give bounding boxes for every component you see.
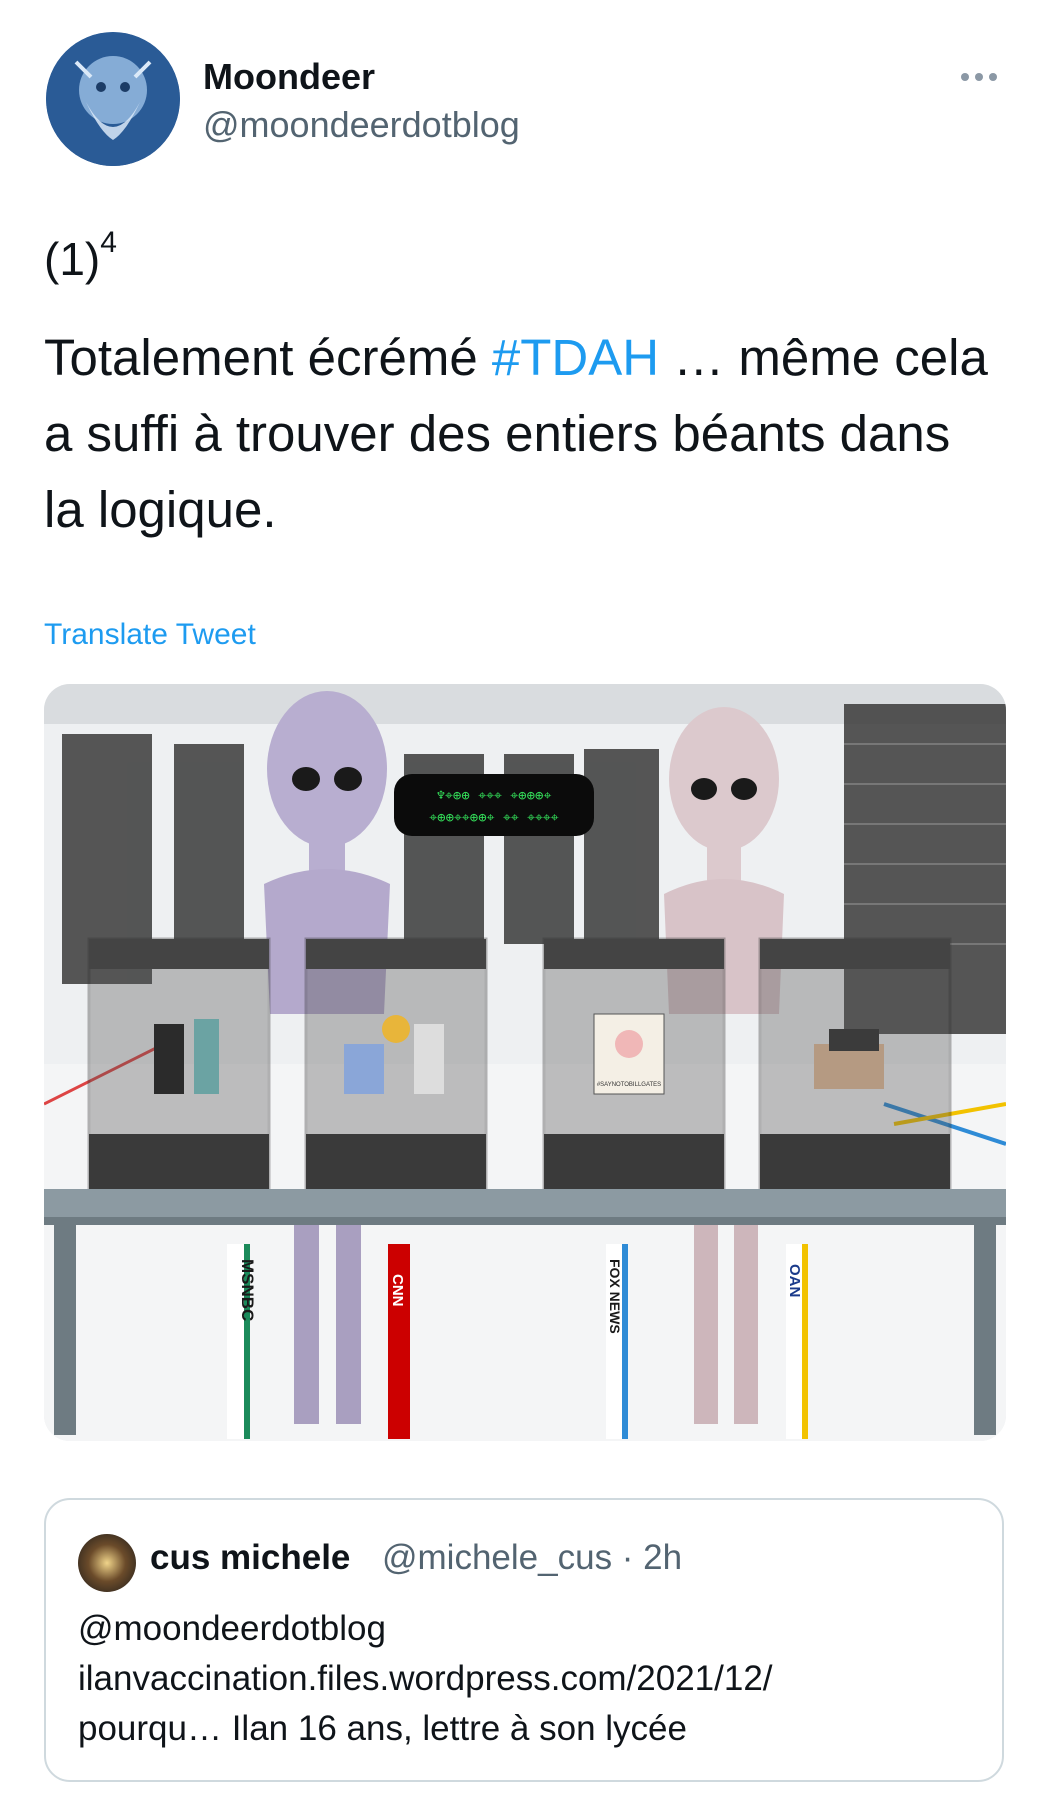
author-display-name[interactable]: Moondeer [203, 56, 375, 98]
sign-text: #SAYNOTOBILLGATES [597, 1082, 661, 1088]
banner-cnn: CNN [388, 1244, 410, 1439]
pc-case-3: #SAYNOTOBILLGATES [542, 937, 726, 1191]
pc-case-1 [87, 937, 271, 1191]
counter-exponent: 4 [100, 226, 117, 259]
pc-case-2 [304, 937, 488, 1191]
label-msnbc: MSNBC [238, 1259, 257, 1321]
tweet-body: Totalement écrémé #TDAH … même cela a su… [44, 320, 1004, 548]
quoted-tweet-card[interactable]: cus michele @michele_cus · 2h @moondeerd… [44, 1498, 1004, 1782]
avatar-portrait-icon [46, 32, 180, 166]
quoted-author-avatar[interactable] [78, 1534, 136, 1592]
more-options-icon[interactable] [958, 68, 1006, 88]
author-avatar[interactable] [46, 32, 180, 166]
label-cnn: CNN [389, 1274, 406, 1307]
banner-fox: FOX NEWS [606, 1244, 628, 1439]
author-handle[interactable]: @moondeerdotblog [203, 104, 520, 146]
quoted-line-3: pourqu… Ilan 16 ans, lettre à son lycée [78, 1709, 687, 1748]
counter-base: (1) [44, 233, 101, 285]
tweet-header: Moondeer @moondeerdotblog [46, 32, 1006, 172]
quoted-tweet-text: @moondeerdotblog ilanvaccination.files.w… [78, 1604, 978, 1754]
hashtag-link[interactable]: #TDAH [492, 329, 659, 386]
quoted-line-1: @moondeerdotblog [78, 1609, 386, 1648]
pc-case-4 [758, 937, 952, 1191]
label-fox: FOX NEWS [607, 1259, 623, 1334]
quoted-author-name[interactable]: cus michele [150, 1538, 350, 1578]
quoted-line-2: ilanvaccination.files.wordpress.com/2021… [78, 1659, 773, 1698]
alien-speech-bubble [394, 774, 594, 836]
tweet-thread-counter: (1)4 [44, 226, 117, 286]
translate-tweet-link[interactable]: Translate Tweet [44, 618, 256, 652]
tweet-text-before: Totalement écrémé [44, 329, 492, 386]
media-illustration: ♆⌖⊕⊕ ⌖⌖⌖ ⌖⊕⊕⊕⌖ ⌖⊕⊕⌖⌖⊕⊕⌖ ⌖⌖ ⌖⌖⌖⌖ #SAYNOTO… [44, 684, 1006, 1441]
speech-line-2: ⌖⊕⊕⌖⌖⊕⊕⌖ ⌖⌖ ⌖⌖⌖⌖ [429, 810, 559, 826]
table-top [44, 1189, 1006, 1217]
quoted-author-handle-time[interactable]: @michele_cus · 2h [382, 1538, 682, 1578]
label-oan: OAN [786, 1264, 803, 1297]
speech-line-1: ♆⌖⊕⊕ ⌖⌖⌖ ⌖⊕⊕⊕⌖ [437, 788, 552, 804]
tweet-media-image[interactable]: ♆⌖⊕⊕ ⌖⌖⌖ ⌖⊕⊕⊕⌖ ⌖⊕⊕⌖⌖⊕⊕⌖ ⌖⌖ ⌖⌖⌖⌖ #SAYNOTO… [44, 684, 1006, 1441]
banner-oan: OAN [786, 1244, 808, 1439]
